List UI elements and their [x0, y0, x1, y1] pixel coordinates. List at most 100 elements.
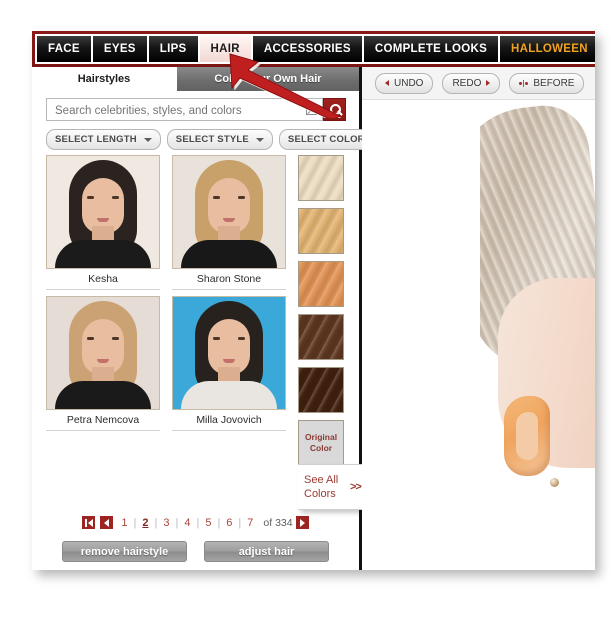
nav-tab-face-label: FACE: [48, 43, 80, 55]
app-body: Hairstyles Color Your Own Hair Search ce…: [32, 67, 595, 570]
celebrity-photo: [47, 297, 159, 409]
search-box[interactable]: [46, 98, 323, 122]
pagination-separator: |: [238, 516, 242, 529]
nav-tab-hair-label: HAIR: [210, 43, 240, 55]
redo-label: REDO: [452, 77, 482, 89]
magnifier-icon: [330, 104, 341, 115]
nav-tab-accessories[interactable]: ACCESSORIES: [250, 34, 362, 64]
previous-page-icon[interactable]: [100, 516, 114, 529]
see-all-line1: See All: [304, 474, 339, 486]
page-link-1[interactable]: 1: [116, 517, 132, 529]
page-link-6[interactable]: 6: [221, 517, 237, 529]
color-swatch-medium-brown[interactable]: [298, 314, 344, 360]
thumbnail-caption: Petra Nemcova: [46, 410, 160, 431]
pagination-separator: |: [175, 516, 179, 529]
canvas-left-margin: [362, 100, 480, 570]
nav-tab-strip: FACE EYES LIPS HAIR ACCESSORIES COMPLETE…: [35, 34, 595, 64]
select-color-label: SELECT COLOR: [287, 134, 365, 145]
primary-navigation-bar: FACE EYES LIPS HAIR ACCESSORIES COMPLETE…: [32, 31, 595, 67]
hairstyle-thumbnail-milla-jovovich[interactable]: [172, 296, 286, 410]
see-all-colors-button[interactable]: See All Colors >>: [298, 464, 370, 510]
color-swatch-dark-brown[interactable]: [298, 367, 344, 413]
pagination: 1 | 2 | 3 | 4 | 5 | 6 | 7 of 334: [32, 516, 359, 529]
next-page-icon[interactable]: [295, 516, 309, 529]
nav-tab-halloween-label: HALLOWEEN: [511, 43, 588, 55]
chevron-left-icon: [385, 80, 389, 86]
select-length-dropdown[interactable]: SELECT LENGTH: [46, 129, 161, 150]
redo-button[interactable]: REDO: [442, 72, 501, 94]
color-swatch-copper-red[interactable]: [298, 261, 344, 307]
nav-tab-hair[interactable]: HAIR: [197, 34, 251, 64]
before-label: BEFORE: [533, 77, 575, 89]
search-input[interactable]: [53, 99, 297, 122]
nav-tab-lips-label: LIPS: [159, 43, 187, 55]
thumbnail-cell-petra-nemcova: Petra Nemcova: [46, 296, 160, 431]
select-length-label: SELECT LENGTH: [55, 134, 137, 145]
thumbnail-cell-milla-jovovich: Milla Jovovich: [172, 296, 286, 431]
celebrity-photo: [47, 156, 159, 268]
tab-hairstyles[interactable]: Hairstyles: [32, 67, 176, 91]
action-button-group: remove hairstyle adjust hair: [32, 541, 359, 562]
hairstyle-thumbnail-sharon-stone[interactable]: [172, 155, 286, 269]
original-color-line2: Color: [309, 443, 333, 453]
remove-hairstyle-button[interactable]: remove hairstyle: [62, 541, 187, 562]
model-ear-inner: [516, 412, 538, 460]
select-style-dropdown[interactable]: SELECT STYLE: [166, 129, 273, 150]
hairstyle-thumbnail-petra-nemcova[interactable]: [46, 296, 160, 410]
hairstyle-thumbnail-grid: Kesha Sharon Stone Petra Nemcova Milla J…: [46, 155, 286, 437]
celebrity-photo: [173, 297, 285, 409]
adjust-hair-button[interactable]: adjust hair: [204, 541, 329, 562]
thumbnail-row: Kesha Sharon Stone: [46, 155, 286, 290]
nav-tab-complete-looks[interactable]: COMPLETE LOOKS: [361, 34, 499, 64]
page-link-4[interactable]: 4: [179, 517, 195, 529]
before-after-button[interactable]: BEFORE: [509, 72, 585, 94]
color-swatch-golden-blonde[interactable]: [298, 208, 344, 254]
pagination-separator: |: [154, 516, 158, 529]
before-after-icon: [519, 79, 529, 87]
tab-color-your-own-hair[interactable]: Color Your Own Hair: [176, 67, 359, 91]
undo-label: UNDO: [394, 77, 424, 89]
pagination-separator: |: [196, 516, 200, 529]
pagination-separator: |: [133, 516, 137, 529]
celebrity-photo: [173, 156, 285, 268]
nav-tab-accessories-label: ACCESSORIES: [263, 43, 351, 55]
page-link-2[interactable]: 2: [137, 517, 153, 529]
nav-tab-complete-looks-label: COMPLETE LOOKS: [374, 43, 488, 55]
nav-tab-halloween[interactable]: HALLOWEEN: [498, 34, 595, 64]
model-preview-canvas[interactable]: [362, 100, 595, 570]
model-earring: [550, 478, 559, 487]
page-link-5[interactable]: 5: [200, 517, 216, 529]
chevron-right-icon: [486, 80, 491, 86]
search-row: [46, 98, 346, 122]
see-all-colors-text: See All Colors: [298, 473, 350, 501]
double-chevron-right-icon: >>: [350, 481, 362, 493]
undo-button[interactable]: UNDO: [375, 72, 434, 94]
app-window: FACE EYES LIPS HAIR ACCESSORIES COMPLETE…: [32, 31, 595, 570]
page-link-3[interactable]: 3: [158, 517, 174, 529]
thumbnail-row: Petra Nemcova Milla Jovovich: [46, 296, 286, 431]
hairstyle-thumbnail-kesha[interactable]: [46, 155, 160, 269]
nav-tab-eyes[interactable]: EYES: [90, 34, 147, 64]
page-link-7[interactable]: 7: [242, 517, 258, 529]
preview-panel: UNDO REDO BEFORE: [362, 67, 595, 570]
adjust-hair-label: adjust hair: [238, 545, 295, 558]
color-swatch-original-color[interactable]: Original Color: [298, 420, 344, 466]
thumbnail-cell-sharon-stone: Sharon Stone: [172, 155, 286, 290]
panel-tab-strip: Hairstyles Color Your Own Hair: [32, 67, 359, 91]
nav-tab-lips[interactable]: LIPS: [146, 34, 198, 64]
pagination-total: of 334: [263, 516, 293, 529]
first-page-icon[interactable]: [82, 516, 96, 529]
preview-toolbar: UNDO REDO BEFORE: [362, 67, 595, 100]
search-button[interactable]: [323, 98, 346, 121]
hairstyles-panel: Hairstyles Color Your Own Hair Search ce…: [32, 67, 389, 570]
original-color-line1: Original: [304, 432, 338, 442]
pagination-separator: |: [217, 516, 221, 529]
color-swatch-platinum-blonde[interactable]: [298, 155, 344, 201]
clear-x-icon[interactable]: [306, 104, 317, 115]
thumbnail-caption: Kesha: [46, 269, 160, 290]
see-all-line2: Colors: [304, 488, 336, 500]
nav-tab-face[interactable]: FACE: [35, 34, 91, 64]
chevron-down-icon: [255, 137, 264, 142]
thumbnail-caption: Milla Jovovich: [172, 410, 286, 431]
filter-button-group: SELECT LENGTH SELECT STYLE SELECT COLOR: [46, 129, 389, 150]
